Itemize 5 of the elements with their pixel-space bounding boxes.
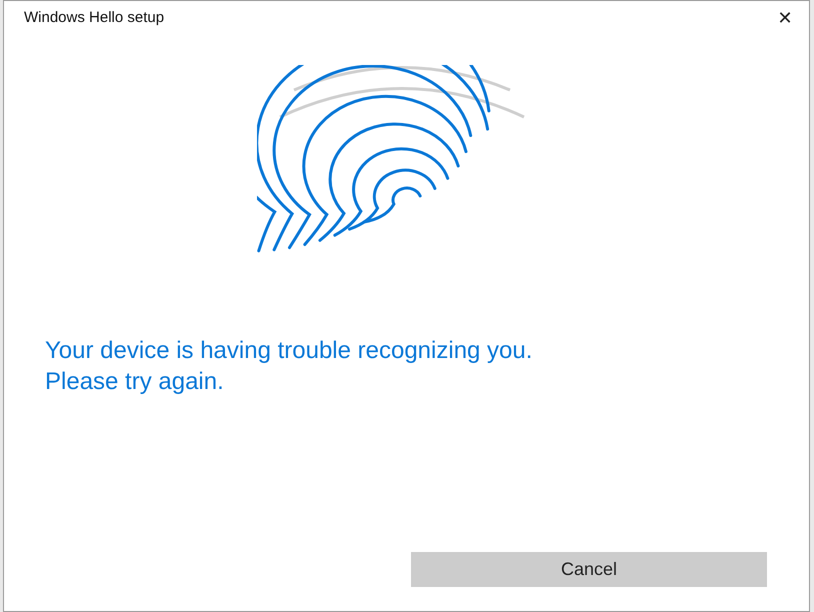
error-message: Your device is having trouble recognizing you. — [45, 336, 534, 366]
close-button[interactable]: ✕ — [763, 3, 807, 33]
cancel-button[interactable]: Cancel — [411, 552, 767, 587]
window-title: Windows Hello setup — [24, 8, 164, 28]
error-message: Please try again. — [45, 367, 225, 397]
